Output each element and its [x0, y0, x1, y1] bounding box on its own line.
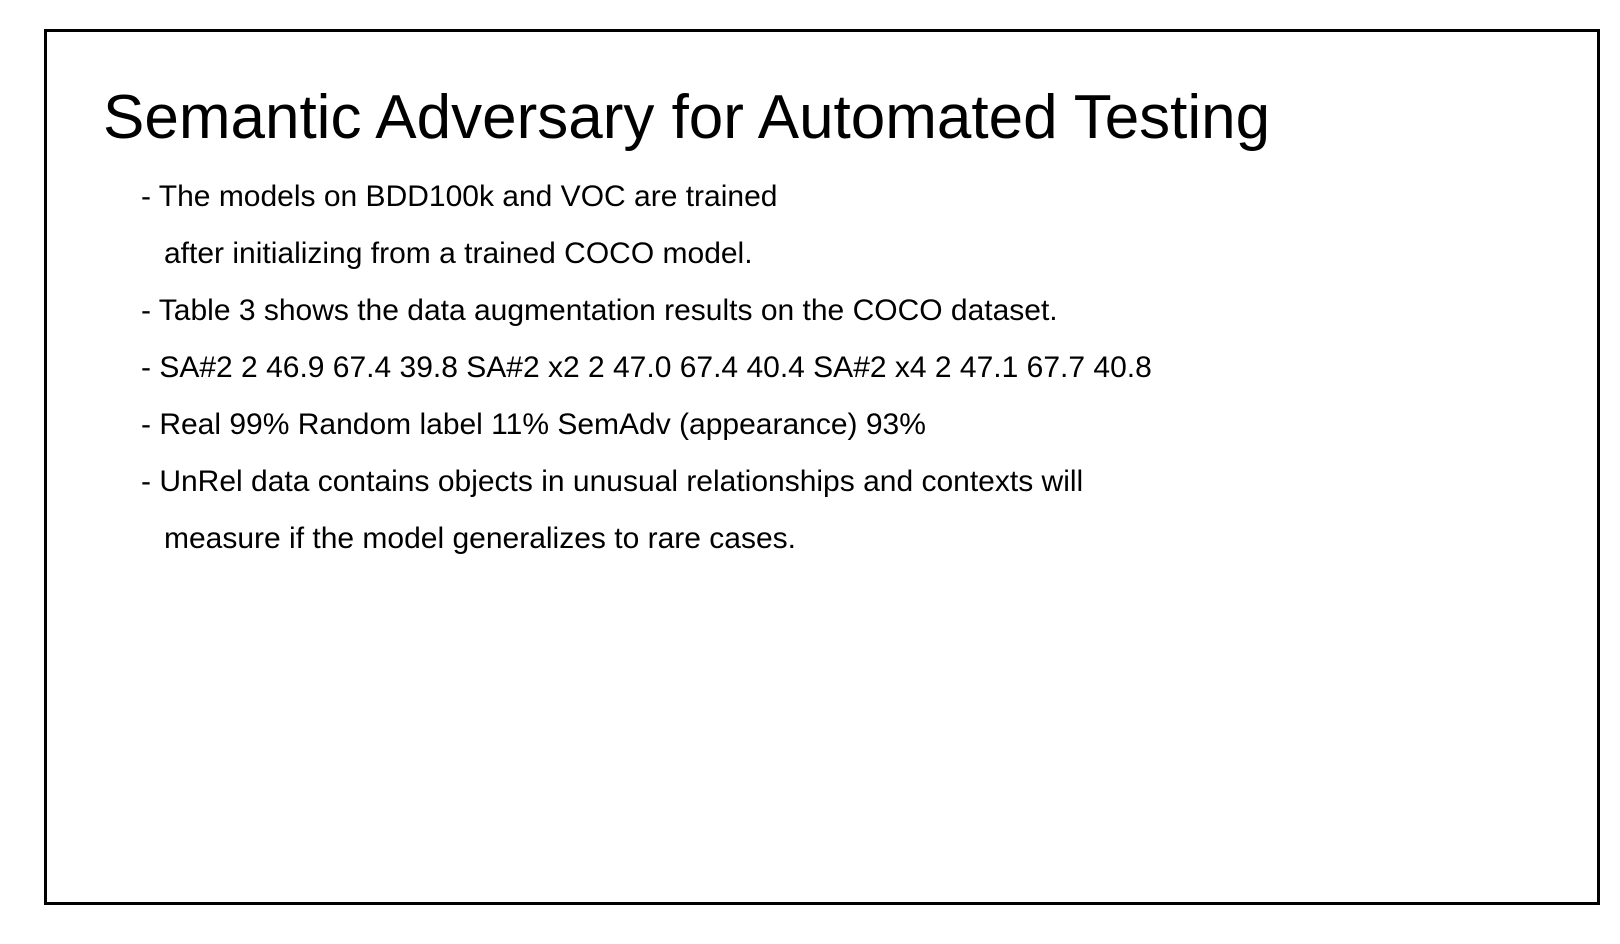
bullet-item: - Real 99% Random label 11% SemAdv (appe… [141, 396, 1152, 453]
bullet-line: - UnRel data contains objects in unusual… [141, 465, 1084, 498]
bullet-item: - The models on BDD100k and VOC are trai… [141, 168, 1152, 282]
bullet-item: - UnRel data contains objects in unusual… [141, 453, 1152, 567]
bullet-item: - SA#2 2 46.9 67.4 39.8 SA#2 x2 2 47.0 6… [141, 339, 1152, 396]
bullet-item: - Table 3 shows the data augmentation re… [141, 282, 1152, 339]
bullet-list: - The models on BDD100k and VOC are trai… [141, 168, 1152, 567]
bullet-line-continuation: after initializing from a trained COCO m… [164, 237, 753, 270]
bullet-line: - The models on BDD100k and VOC are trai… [141, 180, 778, 213]
bullet-line: - SA#2 2 46.9 67.4 39.8 SA#2 x2 2 47.0 6… [141, 351, 1152, 384]
bullet-line: - Table 3 shows the data augmentation re… [141, 294, 1058, 327]
bullet-line-continuation: measure if the model generalizes to rare… [164, 522, 796, 555]
slide-frame: Semantic Adversary for Automated Testing… [44, 29, 1600, 905]
bullet-line: - Real 99% Random label 11% SemAdv (appe… [141, 408, 926, 441]
slide-title: Semantic Adversary for Automated Testing [103, 83, 1271, 152]
